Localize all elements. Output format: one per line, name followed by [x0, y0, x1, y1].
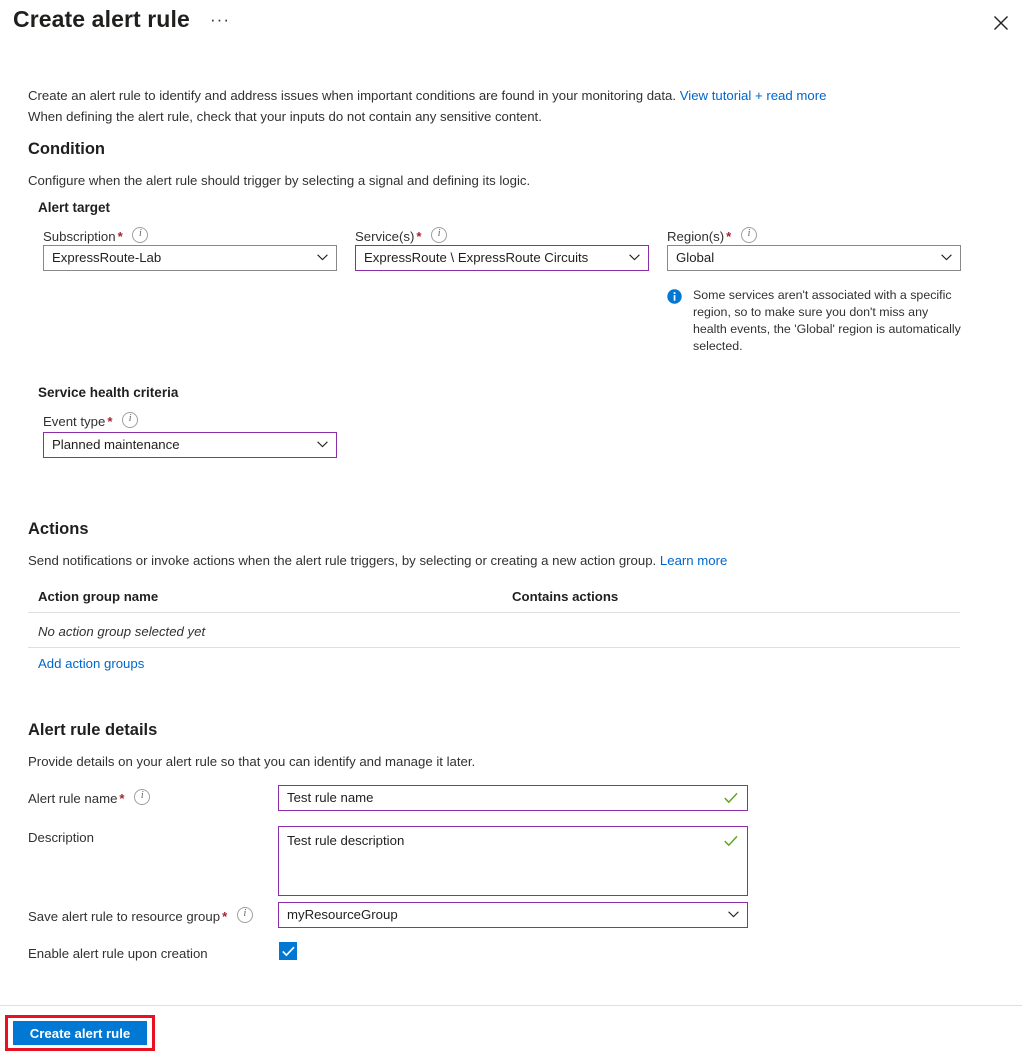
- event-type-label: Event type *: [43, 412, 139, 429]
- info-circle-icon: [667, 289, 682, 304]
- alert-rule-details-description: Provide details on your alert rule so th…: [28, 754, 476, 769]
- event-type-info-icon[interactable]: [122, 412, 139, 428]
- services-info-icon[interactable]: [431, 227, 448, 243]
- chevron-down-icon: [629, 254, 640, 261]
- alert-rule-name-label: Alert rule name *: [28, 789, 151, 806]
- actions-heading: Actions: [28, 520, 89, 538]
- intro-line-1: Create an alert rule to identify and add…: [28, 88, 677, 103]
- event-type-dropdown[interactable]: Planned maintenance: [43, 432, 337, 458]
- alert-rule-name-value: Test rule name: [287, 790, 374, 805]
- services-label: Service(s) *: [355, 227, 448, 244]
- description-textarea[interactable]: Test rule description: [278, 826, 748, 896]
- regions-info-icon[interactable]: [740, 227, 757, 243]
- table-divider-bottom: [28, 647, 960, 648]
- subscription-label-text: Subscription: [43, 229, 116, 244]
- alert-rule-name-required-asterisk: *: [119, 791, 125, 806]
- resource-group-value: myResourceGroup: [287, 907, 398, 922]
- actions-description: Send notifications or invoke actions whe…: [28, 553, 727, 568]
- page-title: Create alert rule: [13, 6, 190, 32]
- enable-alert-rule-checkbox[interactable]: [279, 942, 297, 960]
- regions-label-text: Region(s): [667, 229, 725, 244]
- column-header-contains-actions: Contains actions: [512, 589, 619, 604]
- services-label-text: Service(s): [355, 229, 415, 244]
- view-tutorial-link[interactable]: View tutorial + read more: [680, 88, 827, 103]
- create-alert-rule-button[interactable]: Create alert rule: [13, 1021, 147, 1045]
- regions-label: Region(s) *: [667, 227, 757, 244]
- chevron-down-icon: [317, 441, 328, 448]
- more-options-icon[interactable]: ···: [210, 11, 230, 28]
- chevron-down-icon: [941, 254, 952, 261]
- resource-group-info-icon[interactable]: [236, 907, 253, 923]
- subscription-info-icon[interactable]: [132, 227, 149, 243]
- valid-check-icon: [724, 835, 738, 847]
- close-icon[interactable]: [989, 11, 1013, 35]
- resource-group-required-asterisk: *: [222, 909, 228, 924]
- services-required-asterisk: *: [416, 229, 422, 244]
- description-label-text: Description: [28, 830, 94, 845]
- event-type-label-text: Event type: [43, 414, 106, 429]
- condition-heading: Condition: [28, 140, 105, 158]
- alert-rule-name-label-text: Alert rule name: [28, 791, 118, 806]
- service-health-criteria-group-label: Service health criteria: [38, 385, 179, 400]
- alert-target-group-label: Alert target: [38, 200, 111, 215]
- services-dropdown[interactable]: ExpressRoute \ ExpressRoute Circuits: [355, 245, 649, 271]
- table-empty-row: No action group selected yet: [38, 624, 206, 639]
- learn-more-link[interactable]: Learn more: [660, 553, 727, 568]
- valid-check-icon: [724, 792, 738, 804]
- region-info-note: Some services aren't associated with a s…: [667, 287, 967, 361]
- chevron-down-icon: [728, 911, 739, 918]
- intro-line-2: When defining the alert rule, check that…: [28, 109, 542, 124]
- description-label: Description: [28, 830, 94, 845]
- alert-rule-name-info-icon[interactable]: [134, 789, 151, 805]
- enable-alert-rule-label: Enable alert rule upon creation: [28, 946, 208, 961]
- alert-rule-details-heading: Alert rule details: [28, 721, 158, 739]
- event-type-value: Planned maintenance: [52, 437, 180, 452]
- subscription-label: Subscription *: [43, 227, 149, 244]
- alert-rule-name-input[interactable]: Test rule name: [278, 785, 748, 811]
- services-value: ExpressRoute \ ExpressRoute Circuits: [364, 250, 589, 265]
- subscription-value: ExpressRoute-Lab: [52, 250, 162, 265]
- blade-header: Create alert rule ···: [0, 0, 1022, 46]
- condition-description: Configure when the alert rule should tri…: [28, 173, 531, 188]
- subscription-required-asterisk: *: [117, 229, 123, 244]
- regions-required-asterisk: *: [726, 229, 732, 244]
- table-divider-top: [28, 612, 960, 613]
- actions-description-text: Send notifications or invoke actions whe…: [28, 553, 657, 568]
- regions-value: Global: [676, 250, 715, 265]
- regions-dropdown[interactable]: Global: [667, 245, 961, 271]
- enable-alert-rule-label-text: Enable alert rule upon creation: [28, 946, 208, 961]
- footer-divider: [0, 1005, 1022, 1006]
- chevron-down-icon: [317, 254, 328, 261]
- resource-group-label-text: Save alert rule to resource group: [28, 909, 221, 924]
- add-action-groups-link[interactable]: Add action groups: [38, 656, 144, 671]
- region-info-note-text: Some services aren't associated with a s…: [693, 288, 961, 353]
- resource-group-dropdown[interactable]: myResourceGroup: [278, 902, 748, 928]
- event-type-required-asterisk: *: [107, 414, 113, 429]
- subscription-dropdown[interactable]: ExpressRoute-Lab: [43, 245, 337, 271]
- intro-text: Create an alert rule to identify and add…: [28, 85, 968, 127]
- resource-group-label: Save alert rule to resource group *: [28, 907, 253, 924]
- column-header-action-group-name: Action group name: [38, 589, 159, 604]
- description-value: Test rule description: [287, 833, 405, 848]
